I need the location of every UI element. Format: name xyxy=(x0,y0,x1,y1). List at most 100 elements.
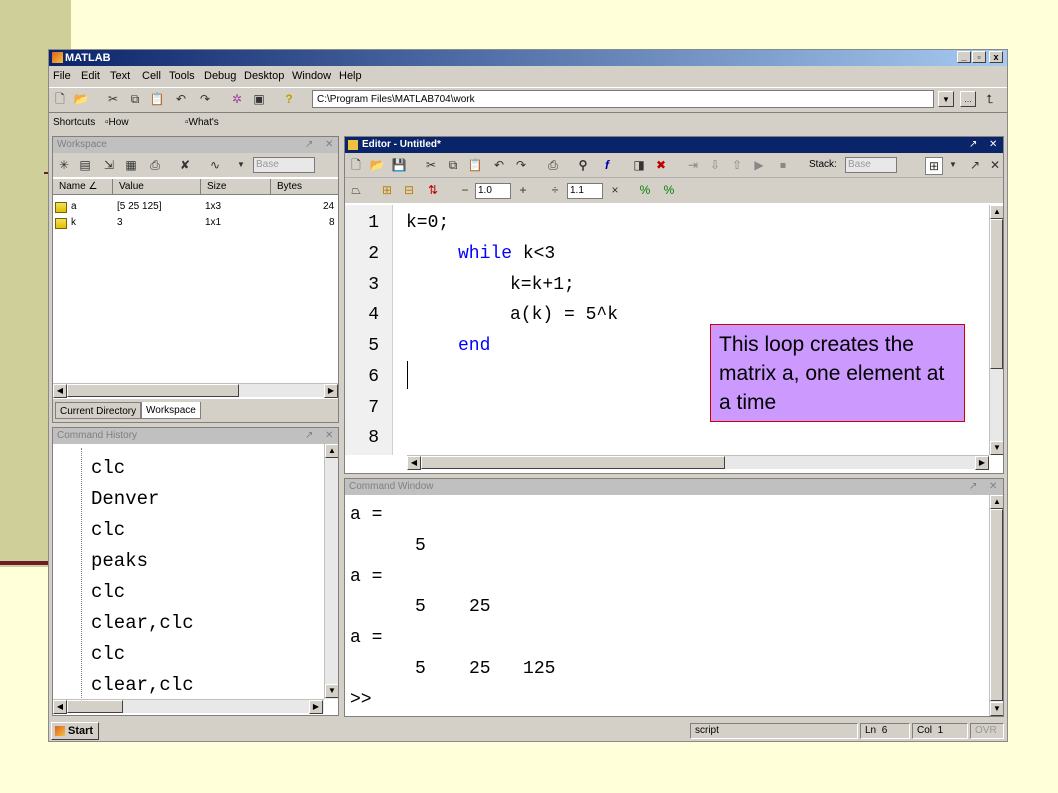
increment-icon[interactable]: + xyxy=(515,182,531,198)
menu-text[interactable]: Text xyxy=(110,67,130,85)
scroll-left-button[interactable]: ◀ xyxy=(53,700,67,714)
menu-file[interactable]: File xyxy=(53,67,71,85)
scroll-thumb[interactable] xyxy=(67,700,123,713)
new-file-icon[interactable]: 🗋 xyxy=(348,157,364,173)
history-hscrollbar[interactable]: ◀ ▶ xyxy=(53,699,324,714)
continue-icon[interactable]: ▶ xyxy=(751,157,767,173)
scroll-right-button[interactable]: ▶ xyxy=(309,700,323,714)
list-item[interactable]: clc xyxy=(91,457,125,479)
scroll-thumb[interactable] xyxy=(990,509,1003,701)
plot-dropdown-icon[interactable]: ▼ xyxy=(233,157,249,173)
scroll-up-button[interactable]: ▲ xyxy=(325,444,338,458)
list-item[interactable]: clear,clc xyxy=(91,674,194,696)
scroll-right-button[interactable]: ▶ xyxy=(975,456,989,470)
eval-cell-icon[interactable]: ⏢ xyxy=(348,182,364,198)
layout-dropdown-icon[interactable]: ▼ xyxy=(945,157,961,173)
scroll-up-button[interactable]: ▲ xyxy=(990,495,1003,509)
tile-layout-icon[interactable]: ⊞ xyxy=(925,157,943,175)
table-row[interactable]: a [5 25 125] 1x3 24 xyxy=(53,199,338,215)
step-icon[interactable]: ⇥ xyxy=(685,157,701,173)
undo-icon[interactable]: ↶ xyxy=(173,91,189,107)
shortcuts-label[interactable]: Shortcuts xyxy=(53,113,95,133)
current-directory-input[interactable]: C:\Program Files\MATLAB704\work xyxy=(312,90,934,108)
hide-cell-titles-icon[interactable]: % xyxy=(661,182,677,198)
stack-select[interactable]: Base xyxy=(845,157,897,173)
divide-icon[interactable]: ÷ xyxy=(547,182,563,198)
new-variable-icon[interactable]: ✳ xyxy=(56,157,72,173)
print-icon[interactable]: ⎙ xyxy=(545,157,561,173)
menu-desktop[interactable]: Desktop xyxy=(244,67,284,85)
workspace-stack-select[interactable]: Base xyxy=(253,157,315,173)
find-icon[interactable]: ⚲ xyxy=(575,157,591,173)
command-output[interactable]: a = 5 a = 5 25 a = 5 25 125 >> xyxy=(345,495,989,716)
set-breakpoint-icon[interactable]: ◨ xyxy=(631,157,647,173)
scroll-thumb[interactable] xyxy=(990,219,1003,369)
how-to-add-link[interactable]: ▫ How to Add xyxy=(105,113,129,168)
list-item[interactable]: peaks xyxy=(91,550,148,572)
cell-value-input-2[interactable]: 1.1 xyxy=(567,183,603,199)
scroll-left-button[interactable]: ◀ xyxy=(407,456,421,470)
print-icon[interactable]: ⎙ xyxy=(147,157,163,173)
menu-cell[interactable]: Cell xyxy=(142,67,161,85)
list-item[interactable]: clear,clc xyxy=(91,612,194,634)
step-out-icon[interactable]: ⇧ xyxy=(729,157,745,173)
path-dropdown-button[interactable]: ▼ xyxy=(938,91,954,107)
save-icon[interactable]: 💾 xyxy=(391,157,407,173)
history-vscrollbar[interactable]: ▲ ▼ xyxy=(324,444,338,699)
editor-vscrollbar[interactable]: ▲ ▼ xyxy=(989,205,1003,455)
column-header-name[interactable]: Name ∠ xyxy=(53,179,113,195)
list-item[interactable]: clc xyxy=(91,581,125,603)
cut-icon[interactable]: ✂ xyxy=(105,91,121,107)
clear-breakpoints-icon[interactable]: ✖ xyxy=(653,157,669,173)
undock-icon[interactable]: ↗ xyxy=(969,137,977,153)
copy-icon[interactable]: ⧉ xyxy=(127,91,143,107)
scroll-down-button[interactable]: ▼ xyxy=(990,702,1003,716)
redo-icon[interactable]: ↷ xyxy=(197,91,213,107)
workspace-hscrollbar[interactable]: ◀ ▶ xyxy=(53,383,338,398)
up-folder-icon[interactable]: ⮤ xyxy=(982,91,998,107)
copy-icon[interactable]: ⧉ xyxy=(445,157,461,173)
function-icon[interactable]: f xyxy=(599,157,615,173)
simulink-icon[interactable]: ✲ xyxy=(229,91,245,107)
new-file-icon[interactable]: 🗋 xyxy=(52,91,68,107)
help-icon[interactable]: ? xyxy=(281,91,297,107)
paste-icon[interactable]: 📋 xyxy=(467,157,483,173)
column-header-size[interactable]: Size xyxy=(201,179,271,195)
menu-help[interactable]: Help xyxy=(339,67,362,85)
table-row[interactable]: k 3 1x1 8 xyxy=(53,215,338,231)
paste-icon[interactable]: 📋 xyxy=(149,91,165,107)
list-item[interactable]: clc xyxy=(91,519,125,541)
scroll-right-button[interactable]: ▶ xyxy=(324,384,338,398)
start-button[interactable]: Start xyxy=(51,722,99,740)
close-document-icon[interactable]: ✕ xyxy=(987,157,1003,173)
open-folder-icon[interactable]: 📂 xyxy=(73,91,89,107)
open-variable-icon[interactable]: ▤ xyxy=(77,157,93,173)
scroll-down-button[interactable]: ▼ xyxy=(990,441,1003,455)
show-cell-titles-icon[interactable]: % xyxy=(637,182,653,198)
workspace-close-icon[interactable]: ✕ xyxy=(325,137,333,153)
redo-icon[interactable]: ↷ xyxy=(513,157,529,173)
command-window-close-icon[interactable]: ✕ xyxy=(989,479,997,495)
editor-close-icon[interactable]: ✕ xyxy=(989,137,997,153)
exit-debug-icon[interactable]: ⏹ xyxy=(775,157,791,173)
maximize-button[interactable]: ▫ xyxy=(972,51,986,63)
scroll-thumb[interactable] xyxy=(67,384,239,397)
delete-variable-icon[interactable]: ✘ xyxy=(177,157,193,173)
undock-editor-icon[interactable]: ↗ xyxy=(967,157,983,173)
column-header-bytes[interactable]: Bytes xyxy=(271,179,338,195)
guide-icon[interactable]: ▣ xyxy=(251,91,267,107)
undo-icon[interactable]: ↶ xyxy=(491,157,507,173)
column-header-value[interactable]: Value xyxy=(113,179,201,195)
open-folder-icon[interactable]: 📂 xyxy=(369,157,385,173)
scroll-thumb[interactable] xyxy=(421,456,725,469)
minimize-button[interactable]: _ xyxy=(957,51,971,63)
scroll-down-button[interactable]: ▼ xyxy=(325,684,338,698)
eval-file-icon[interactable]: ⊟ xyxy=(401,182,417,198)
menu-edit[interactable]: Edit xyxy=(81,67,100,85)
scroll-left-button[interactable]: ◀ xyxy=(53,384,67,398)
tab-current-directory[interactable]: Current Directory xyxy=(55,402,142,419)
eval-cell-advance-icon[interactable]: ⊞ xyxy=(379,182,395,198)
whats-new-link[interactable]: ▫ What's New xyxy=(185,113,219,148)
cell-value-input-1[interactable]: 1.0 xyxy=(475,183,511,199)
list-item[interactable]: Denver xyxy=(91,488,159,510)
